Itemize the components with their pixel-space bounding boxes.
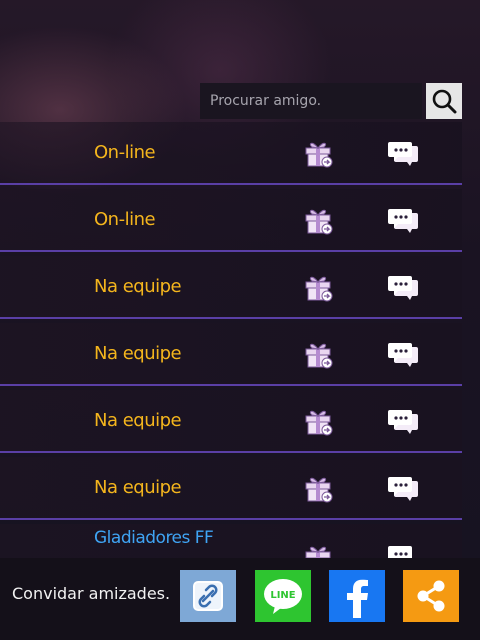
line-icon: LINE — [264, 579, 302, 614]
friend-status: Na equipe — [94, 276, 182, 297]
gift-icon[interactable] — [303, 272, 333, 302]
search-input[interactable] — [200, 83, 422, 119]
search-icon — [432, 89, 457, 114]
chat-icon[interactable] — [388, 408, 420, 436]
gift-icon[interactable] — [303, 473, 333, 503]
chat-icon[interactable] — [388, 207, 420, 235]
chat-icon[interactable] — [388, 475, 420, 503]
gift-icon[interactable] — [303, 138, 333, 168]
svg-text:LINE: LINE — [270, 590, 295, 601]
gift-icon[interactable] — [303, 205, 333, 235]
facebook-icon — [347, 579, 368, 618]
link-icon — [193, 581, 223, 611]
gift-icon[interactable] — [303, 406, 333, 436]
friend-row[interactable]: Na equipe — [0, 323, 462, 386]
gift-icon[interactable] — [303, 542, 333, 558]
friend-guild-name: Gladiadores FF — [94, 528, 214, 548]
friend-search — [200, 83, 462, 119]
friend-status: On-line — [94, 142, 156, 163]
friend-status: Na equipe — [94, 410, 182, 431]
friends-list[interactable]: On-line On-line Na equipe Na equipe Na e… — [0, 122, 462, 558]
friend-row[interactable]: Na equipe — [0, 457, 462, 520]
chat-icon[interactable] — [388, 140, 420, 168]
gift-icon[interactable] — [303, 339, 333, 369]
friend-row[interactable]: On-line — [0, 189, 462, 252]
friend-row[interactable]: Na equipe — [0, 256, 462, 319]
chat-icon[interactable] — [388, 544, 420, 558]
invite-label: Convidar amizades. — [12, 584, 171, 603]
chat-icon[interactable] — [388, 341, 420, 369]
friend-row[interactable]: Gladiadores FF — [0, 524, 462, 558]
search-button[interactable] — [426, 83, 462, 119]
share-icon — [417, 580, 445, 612]
chat-icon[interactable] — [388, 274, 420, 302]
friend-row[interactable]: Na equipe — [0, 390, 462, 453]
line-share-button[interactable]: LINE — [255, 570, 311, 622]
facebook-share-button[interactable] — [329, 570, 385, 622]
friend-status: Na equipe — [94, 343, 182, 364]
share-button[interactable] — [403, 570, 459, 622]
friend-status: On-line — [94, 209, 156, 230]
friend-row[interactable]: On-line — [0, 122, 462, 185]
copy-link-button[interactable] — [180, 570, 236, 622]
